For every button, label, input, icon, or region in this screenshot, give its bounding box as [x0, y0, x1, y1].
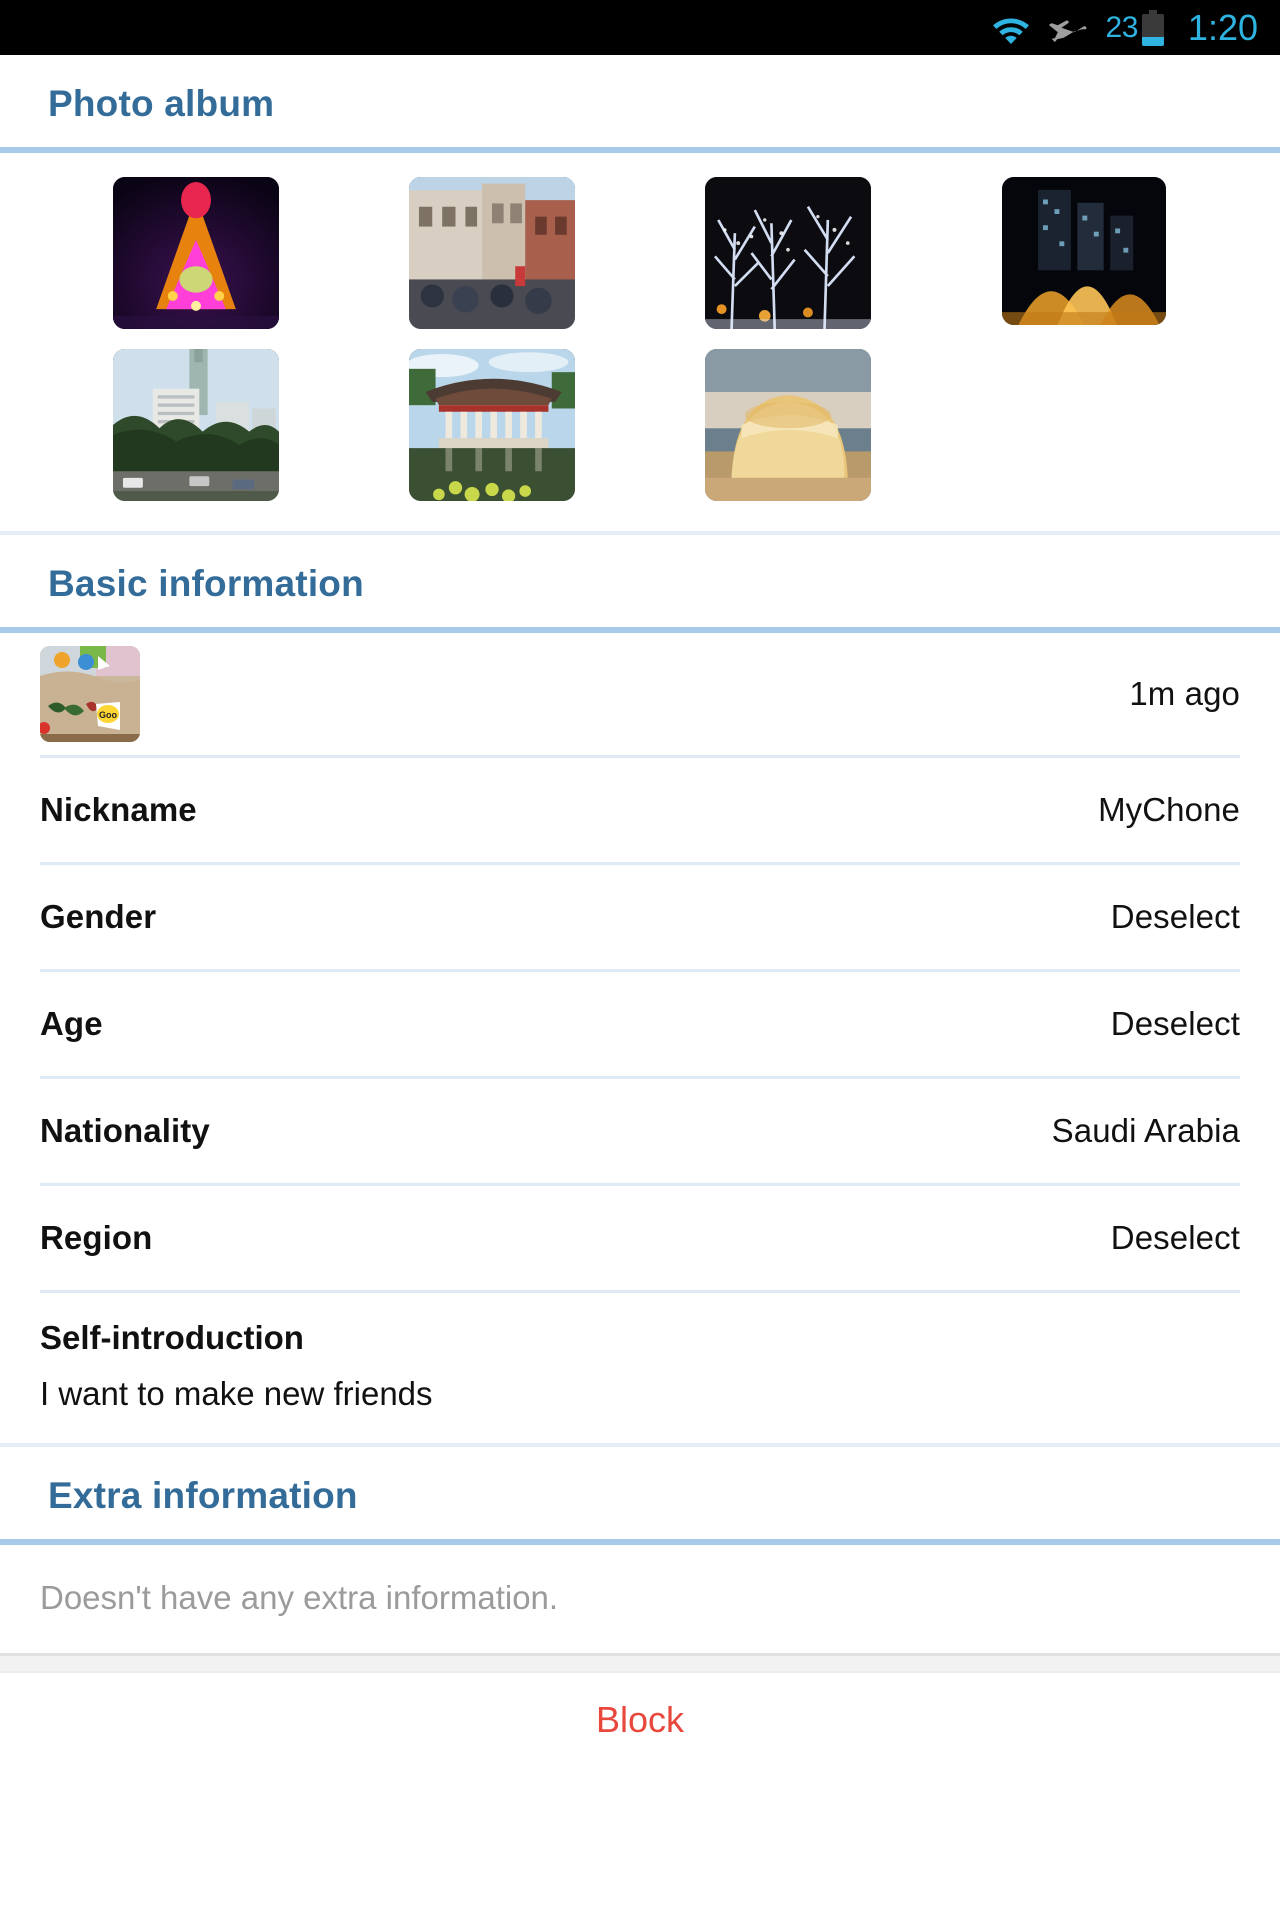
photo-cell [640, 349, 936, 501]
photo-thumbnail-korean-pavilion[interactable] [409, 349, 575, 501]
battery-icon [1141, 9, 1164, 46]
photo-cell [48, 177, 344, 329]
footer-spacer [0, 1653, 1280, 1671]
extra-information-empty-message: Doesn't have any extra information. [40, 1579, 559, 1616]
photo-thumbnail-taipei-101-park[interactable] [113, 349, 279, 501]
block-button[interactable]: Block [0, 1671, 1280, 1767]
extra-information-header: Extra information [0, 1447, 1280, 1539]
age-label: Age [40, 1005, 103, 1042]
nationality-value: Saudi Arabia [1051, 1112, 1240, 1149]
photo-cell-empty [936, 349, 1232, 501]
nickname-label: Nickname [40, 791, 197, 828]
row-nationality[interactable]: Nationality Saudi Arabia [0, 1079, 1280, 1183]
self-introduction-text: I want to make new friends [40, 1375, 433, 1412]
photo-album-title: Photo album [48, 83, 275, 124]
gender-label: Gender [40, 898, 157, 935]
photo-cell [48, 349, 344, 501]
status-bar: 23 1:20 [0, 0, 1280, 55]
photo-thumbnail-christmas-light-tree[interactable] [113, 177, 279, 329]
region-value: Deselect [1110, 1219, 1240, 1256]
profile-avatar[interactable]: Goo [40, 646, 140, 742]
airplane-mode-icon [1046, 11, 1088, 45]
row-avatar-last-seen[interactable]: Goo 1m ago [0, 633, 1280, 755]
self-introduction-block: Self-introduction I want to make new fri… [0, 1293, 1280, 1443]
wifi-icon [990, 11, 1032, 45]
basic-information-header: Basic information [0, 535, 1280, 627]
gender-value: Deselect [1110, 898, 1240, 935]
svg-text:Goo: Goo [99, 710, 117, 720]
basic-information-title: Basic information [48, 563, 364, 604]
nickname-value: MyChone [1098, 791, 1240, 828]
photo-cell [344, 177, 640, 329]
row-gender[interactable]: Gender Deselect [0, 865, 1280, 969]
photo-thumbnail-night-fountain[interactable] [1002, 177, 1166, 325]
photo-album-row [0, 177, 1280, 329]
age-value: Deselect [1110, 1005, 1240, 1042]
profile-screen: 23 1:20 Photo album Basic information Go… [0, 0, 1280, 1920]
row-region[interactable]: Region Deselect [0, 1186, 1280, 1290]
photo-thumbnail-light-trees[interactable] [705, 177, 871, 329]
basic-information-rows: Goo 1m ago Nickname MyChone Gender Desel… [0, 633, 1280, 1443]
photo-cell [640, 177, 936, 329]
photo-cell [936, 177, 1232, 329]
battery-percent-label: 23 [1105, 10, 1139, 44]
photo-album-grid [0, 153, 1280, 531]
status-bar-clock: 1:20 [1187, 6, 1258, 48]
row-nickname[interactable]: Nickname MyChone [0, 758, 1280, 862]
region-label: Region [40, 1219, 153, 1256]
self-introduction-label: Self-introduction [40, 1319, 304, 1356]
photo-thumbnail-bread-loaf[interactable] [705, 349, 871, 501]
nationality-label: Nationality [40, 1112, 210, 1149]
photo-cell [344, 349, 640, 501]
extra-information-title: Extra information [48, 1475, 358, 1516]
row-age[interactable]: Age Deselect [0, 972, 1280, 1076]
photo-album-row [0, 349, 1280, 501]
last-seen-value: 1m ago [1129, 675, 1240, 712]
photo-album-header: Photo album [0, 55, 1280, 147]
block-button-label: Block [595, 1699, 685, 1740]
photo-thumbnail-street-crowd[interactable] [409, 177, 575, 329]
